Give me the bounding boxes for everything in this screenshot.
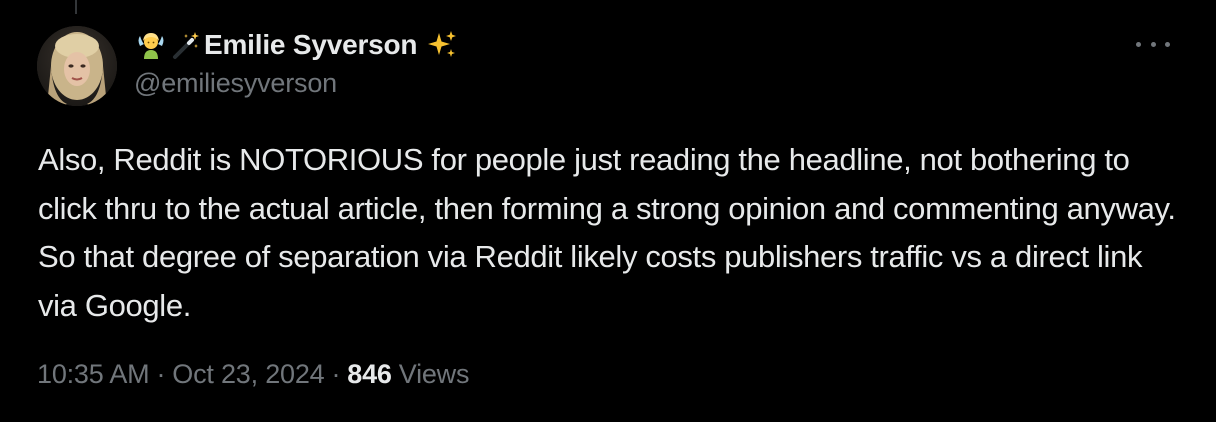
more-horizontal-icon	[1136, 41, 1141, 47]
person-emoji-icon	[134, 28, 168, 62]
sparkles-emoji-icon	[425, 28, 459, 62]
meta-separator: ·	[156, 359, 166, 389]
views-label[interactable]: Views	[399, 359, 470, 390]
tweet-date[interactable]: Oct 23, 2024	[172, 359, 324, 390]
avatar[interactable]	[37, 26, 117, 106]
meta-separator: ·	[331, 359, 341, 389]
more-horizontal-icon	[1150, 41, 1156, 47]
more-horizontal-icon	[1165, 41, 1170, 47]
thread-connector-line	[75, 0, 77, 14]
author-name-row[interactable]: Emilie Syverson	[134, 26, 459, 64]
tweet-time[interactable]: 10:35 AM	[37, 359, 150, 390]
tweet-metadata: 10:35 AM · Oct 23, 2024 · 846 Views	[37, 359, 469, 390]
author-handle[interactable]: @emiliesyverson	[134, 68, 459, 99]
views-count[interactable]: 846	[347, 359, 392, 390]
magic-wand-emoji-icon	[168, 28, 202, 62]
author-display-name[interactable]: Emilie Syverson	[204, 29, 418, 61]
tweet-header: Emilie Syverson @emiliesyverson	[134, 26, 459, 99]
more-options-button[interactable]	[1136, 34, 1170, 54]
tweet-text: Also, Reddit is NOTORIOUS for people jus…	[38, 142, 1176, 323]
